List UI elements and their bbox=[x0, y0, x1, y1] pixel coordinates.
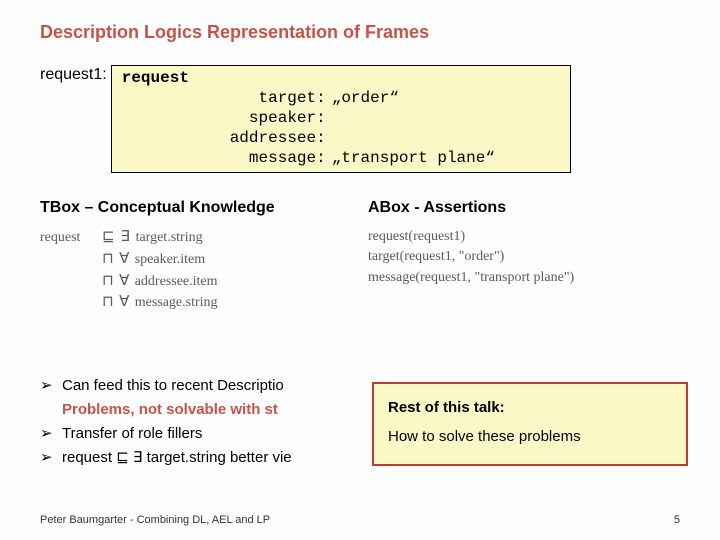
bullet-marker-icon: ➢ bbox=[40, 446, 62, 470]
abox-line: target(request1, "order") bbox=[368, 247, 680, 267]
slot-value: „order“ bbox=[332, 88, 399, 108]
conjunction-symbol: ⊓ bbox=[102, 252, 114, 267]
abox-line: request(request1) bbox=[368, 227, 680, 247]
overlay-box: Rest of this talk: How to solve these pr… bbox=[372, 382, 688, 466]
frame-box: request target: „order“ speaker: address… bbox=[111, 65, 571, 173]
frame-slot: addressee: bbox=[122, 128, 560, 148]
footer: Peter Baumgarter - Combining DL, AEL and… bbox=[40, 514, 680, 526]
frame-instance-label: request1: bbox=[40, 65, 111, 84]
tbox-column: TBox – Conceptual Knowledge request ⊑ ∃ … bbox=[40, 199, 352, 314]
overlay-heading: Rest of this talk: bbox=[388, 394, 672, 423]
conjunction-symbol: ⊓ bbox=[102, 295, 114, 310]
bullet-text: Can feed this to recent Descriptio bbox=[62, 377, 284, 394]
tbox-heading: TBox – Conceptual Knowledge bbox=[40, 199, 352, 217]
frame-slot: message: „transport plane“ bbox=[122, 148, 560, 168]
problem-emphasis: Problems, not solvable with st bbox=[62, 401, 278, 418]
footer-left: Peter Baumgarter - Combining DL, AEL and… bbox=[40, 514, 270, 526]
tbox-formula: request ⊑ ∃ target.string ⊓ ∀ speaker.it… bbox=[40, 227, 352, 314]
tbox-term: target.string bbox=[136, 228, 203, 248]
forall-symbol: ∀ bbox=[117, 271, 131, 293]
slot-key: target: bbox=[122, 88, 332, 108]
overlay-body: How to solve these problems bbox=[388, 423, 672, 452]
frame-slot: speaker: bbox=[122, 108, 560, 128]
frame-slot: target: „order“ bbox=[122, 88, 560, 108]
tbox-term: message.string bbox=[135, 293, 218, 313]
page-number: 5 bbox=[674, 514, 680, 526]
exists-symbol: ∃ bbox=[118, 227, 132, 249]
forall-symbol: ∀ bbox=[117, 249, 131, 271]
slot-key: message: bbox=[122, 148, 332, 168]
slot-value: „transport plane“ bbox=[332, 148, 495, 168]
frame-head: request bbox=[122, 68, 560, 88]
columns: TBox – Conceptual Knowledge request ⊑ ∃ … bbox=[40, 199, 680, 314]
slot-key: addressee: bbox=[122, 128, 332, 148]
tbox-term: speaker.item bbox=[135, 250, 205, 270]
forall-symbol: ∀ bbox=[117, 292, 131, 314]
abox-column: ABox - Assertions request(request1) targ… bbox=[368, 199, 680, 314]
bullet-marker-icon: ➢ bbox=[40, 374, 62, 422]
subsumption-symbol: ⊑ bbox=[102, 230, 115, 245]
slot-key: speaker: bbox=[122, 108, 332, 128]
bullet-marker-icon: ➢ bbox=[40, 422, 62, 446]
abox-heading: ABox - Assertions bbox=[368, 199, 680, 217]
abox-line: message(request1, "transport plane") bbox=[368, 268, 680, 288]
page-title: Description Logics Representation of Fra… bbox=[40, 22, 680, 43]
conjunction-symbol: ⊓ bbox=[102, 274, 114, 289]
tbox-term: addressee.item bbox=[135, 272, 218, 292]
frame-row: request1: request target: „order“ speake… bbox=[40, 65, 680, 173]
abox-assertions: request(request1) target(request1, "orde… bbox=[368, 227, 680, 288]
tbox-lead: request bbox=[40, 228, 102, 248]
